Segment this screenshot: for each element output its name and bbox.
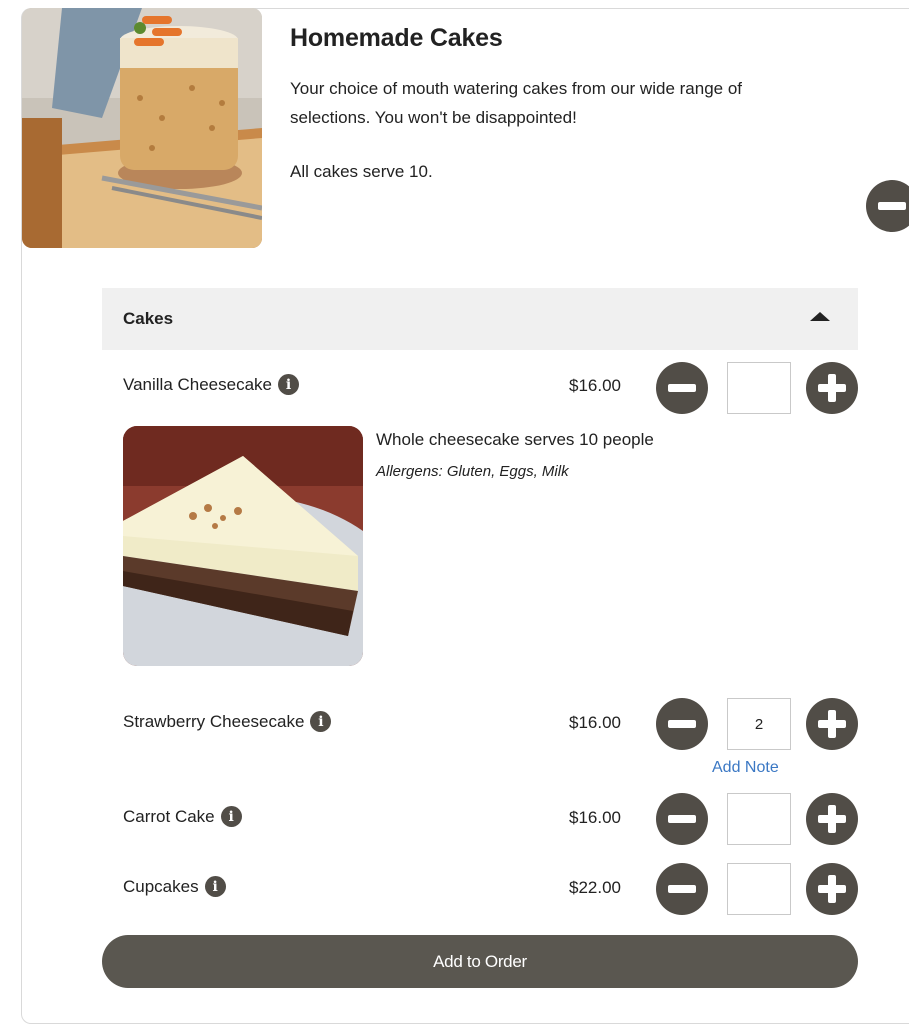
item-price: $16.00 bbox=[569, 808, 621, 827]
decrease-quantity-button[interactable] bbox=[656, 362, 708, 414]
increase-quantity-button[interactable] bbox=[806, 863, 858, 915]
item-label: Cupcakes bbox=[123, 876, 199, 896]
info-icon[interactable]: i bbox=[310, 711, 332, 732]
item-label: Vanilla Cheesecake bbox=[123, 374, 272, 394]
add-note-link[interactable]: Add Note bbox=[712, 759, 779, 777]
item-name-cupcakes: Cupcakes i bbox=[123, 876, 226, 897]
item-name-strawberry-cheesecake: Strawberry Cheesecake i bbox=[123, 711, 332, 732]
serves-note: All cakes serve 10. bbox=[290, 162, 433, 181]
item-name-vanilla-cheesecake: Vanilla Cheesecake i bbox=[123, 374, 299, 395]
quantity-input[interactable] bbox=[727, 362, 791, 414]
add-to-order-button[interactable]: Add to Order bbox=[102, 935, 858, 988]
quantity-input[interactable] bbox=[727, 698, 791, 750]
increase-quantity-button[interactable] bbox=[806, 793, 858, 845]
category-title: Homemade Cakes bbox=[290, 24, 503, 52]
allergens-text: Allergens: Gluten, Eggs, Milk bbox=[376, 463, 569, 480]
decrease-quantity-button[interactable] bbox=[656, 793, 708, 845]
decrease-quantity-button[interactable] bbox=[656, 863, 708, 915]
item-label: Strawberry Cheesecake bbox=[123, 711, 305, 731]
category-image bbox=[22, 8, 262, 248]
quantity-input[interactable] bbox=[727, 793, 791, 845]
section-title: Cakes bbox=[123, 309, 174, 328]
increase-quantity-button[interactable] bbox=[806, 362, 858, 414]
info-icon[interactable]: i bbox=[220, 806, 242, 827]
decrease-quantity-button[interactable] bbox=[656, 698, 708, 750]
category-description: Your choice of mouth watering cakes from… bbox=[290, 79, 743, 127]
section-header-cakes[interactable]: Cakes bbox=[102, 288, 858, 350]
increase-quantity-button[interactable] bbox=[806, 698, 858, 750]
info-icon[interactable]: i bbox=[204, 876, 226, 897]
item-price: $16.00 bbox=[569, 713, 621, 732]
item-price: $16.00 bbox=[569, 376, 621, 395]
item-label: Carrot Cake bbox=[123, 806, 215, 826]
quantity-input[interactable] bbox=[727, 863, 791, 915]
info-icon[interactable]: i bbox=[278, 374, 299, 395]
cheesecake-image bbox=[123, 426, 363, 666]
item-name-carrot-cake: Carrot Cake i bbox=[123, 806, 242, 827]
item-price: $22.00 bbox=[569, 878, 621, 897]
collapse-category-button[interactable] bbox=[866, 180, 909, 232]
item-description: Whole cheesecake serves 10 people bbox=[376, 430, 654, 449]
caret-up-icon[interactable] bbox=[810, 312, 830, 321]
